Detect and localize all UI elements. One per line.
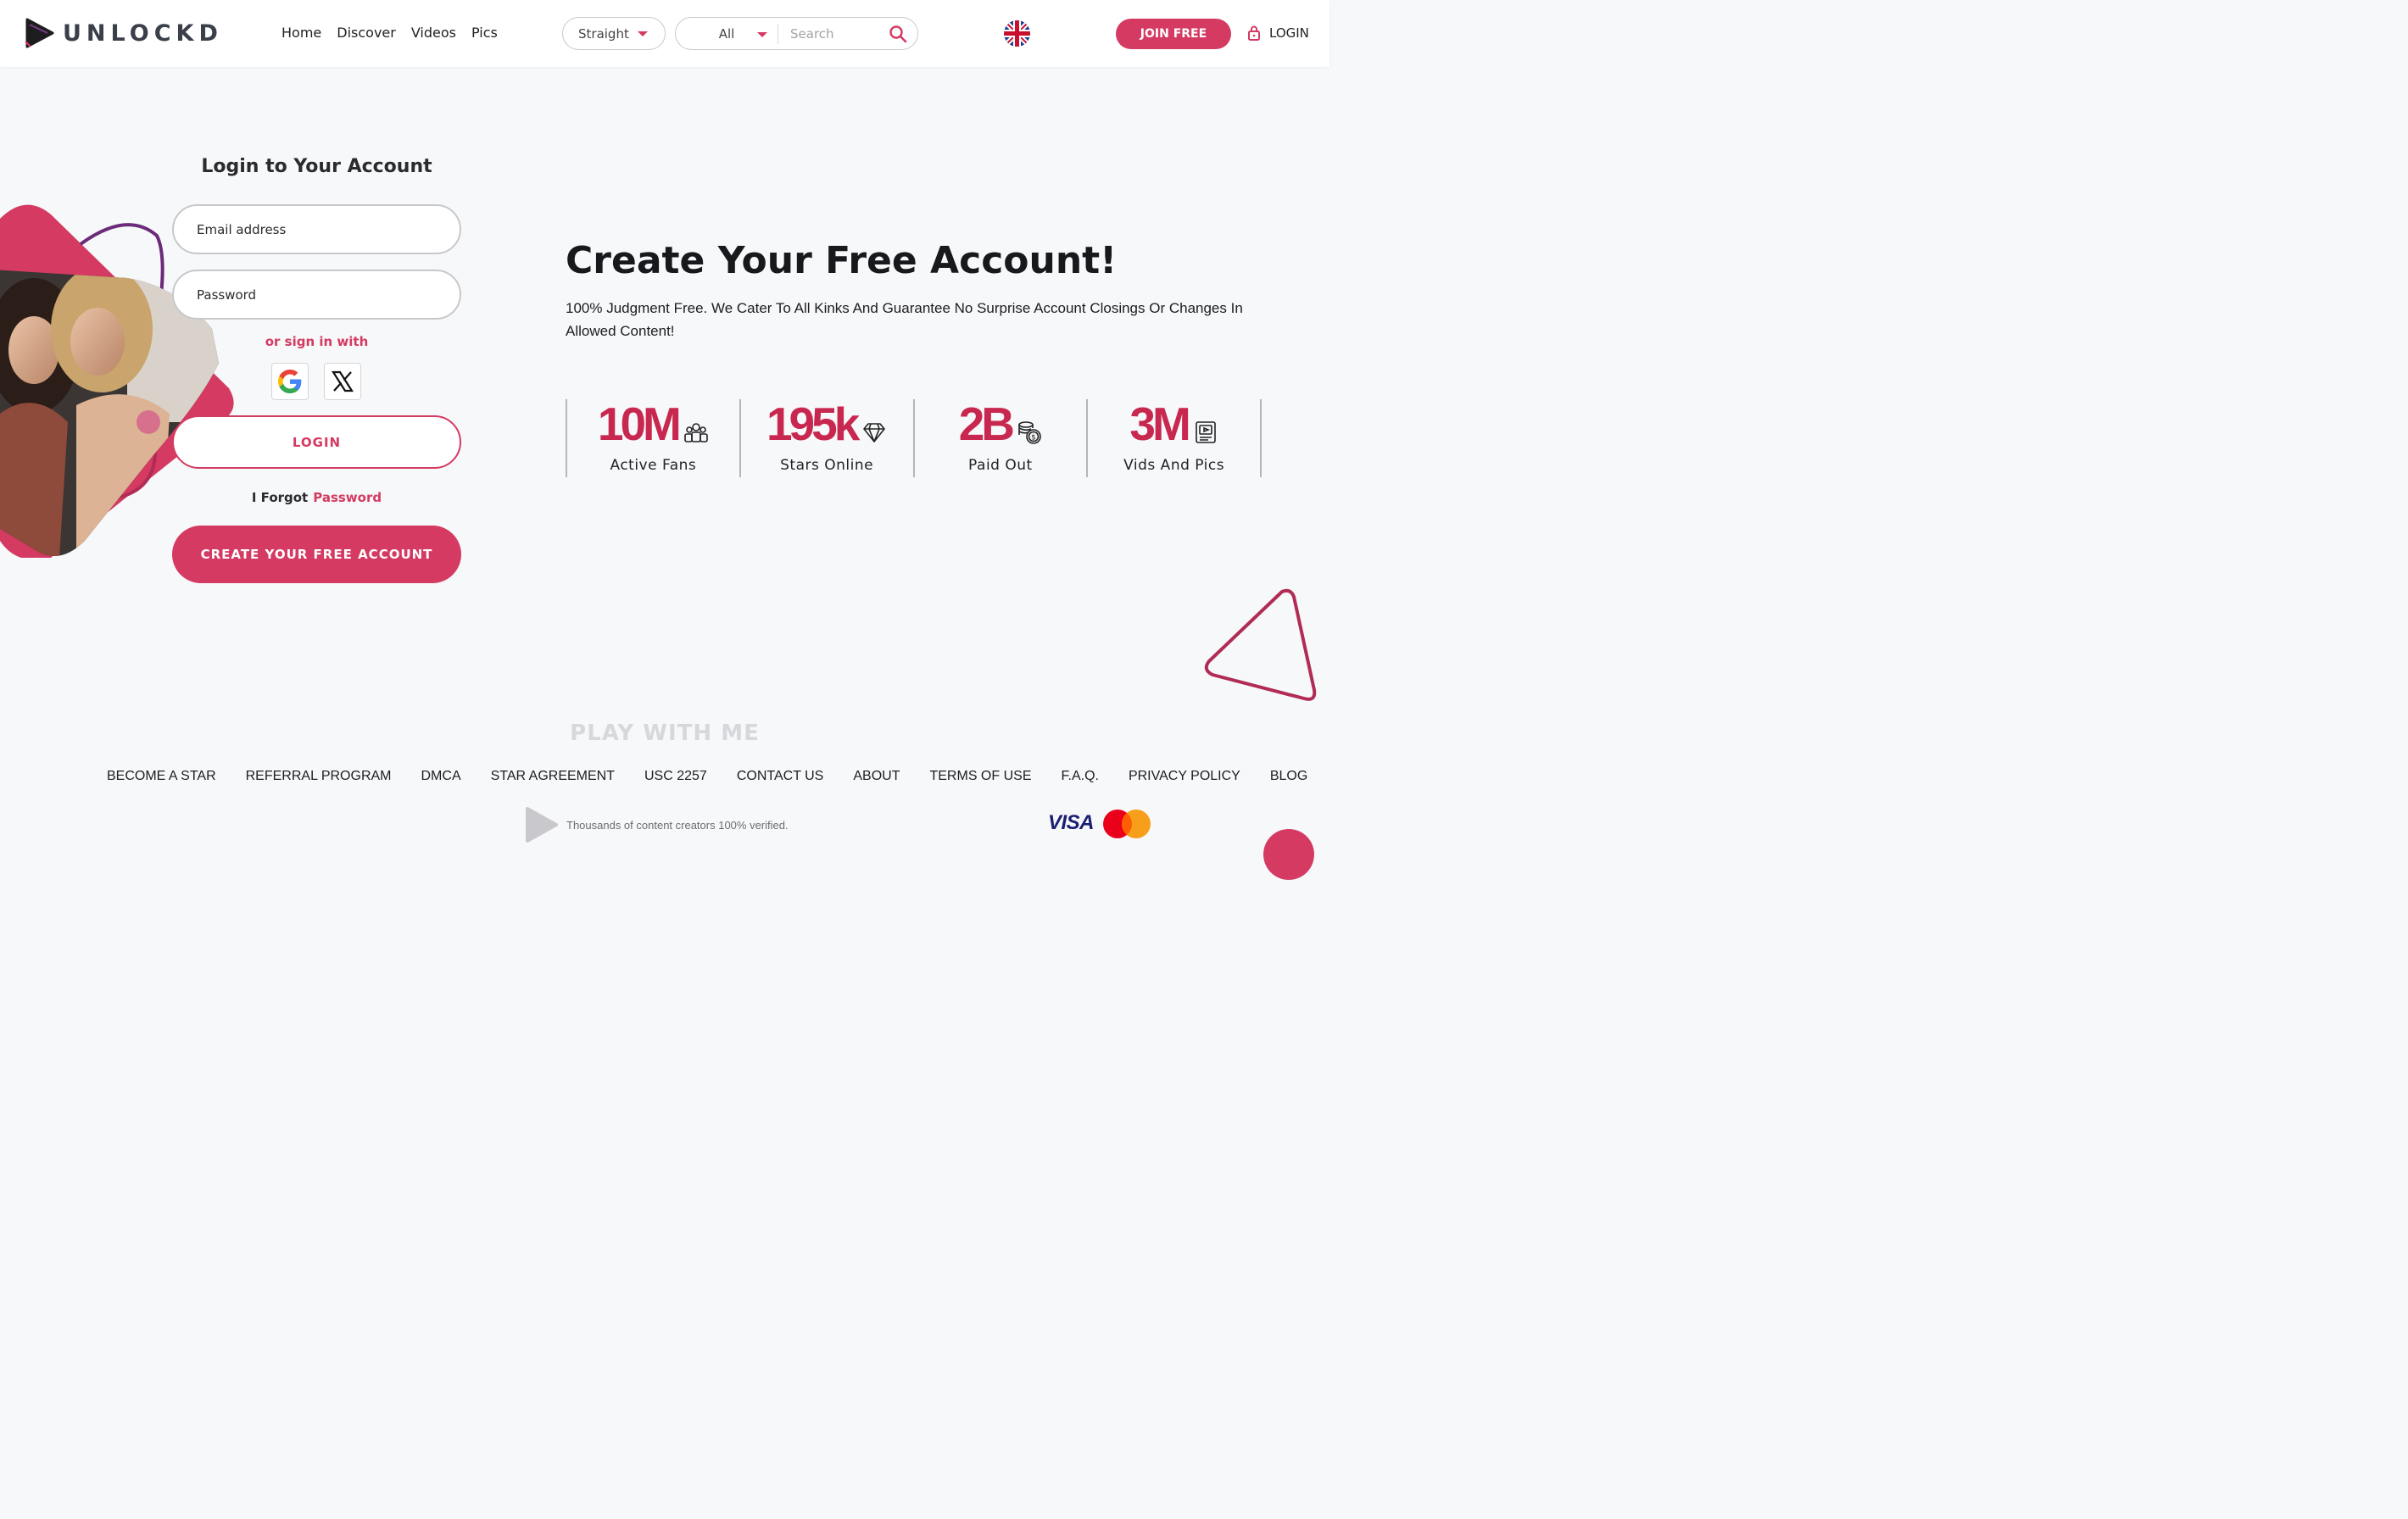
stats-row: 10M Active Fans 195k Stars Online 2B $ P… [566, 399, 1262, 477]
mastercard-icon [1103, 810, 1151, 838]
footer-link-usc-2257[interactable]: USC 2257 [644, 769, 707, 784]
top-header: UNLOCKD Home Discover Videos Pics Straig… [0, 0, 1329, 67]
media-icon [1196, 421, 1216, 443]
hero-title-bold: Free Account! [825, 239, 1118, 282]
play-logo-icon [526, 807, 558, 843]
nav-pics[interactable]: Pics [471, 25, 498, 41]
fans-icon [684, 423, 708, 442]
header-login-link[interactable]: LOGIN [1247, 25, 1309, 41]
footer-link-contact-us[interactable]: CONTACT US [737, 769, 824, 784]
create-account-button[interactable]: CREATE YOUR FREE ACCOUNT [172, 526, 461, 583]
nav-discover[interactable]: Discover [337, 25, 396, 41]
forgot-password-row: I Forgot Password [172, 490, 461, 505]
stat-active-fans: 10M Active Fans [566, 399, 739, 477]
nav-videos[interactable]: Videos [411, 25, 456, 41]
search-icon[interactable] [889, 25, 907, 43]
search-bar: All [675, 17, 918, 50]
category-select[interactable]: All [676, 26, 778, 42]
header-login-label: LOGIN [1269, 25, 1309, 41]
orientation-select[interactable]: Straight [562, 17, 666, 50]
stat-value: 195k [766, 398, 860, 450]
footer-tagline: PLAY WITH ME [570, 721, 760, 746]
verified-note: Thousands of content creators 100% verif… [521, 805, 789, 844]
forgot-password-link[interactable]: Password [313, 490, 382, 505]
footer-link-faq[interactable]: F.A.Q. [1062, 769, 1099, 784]
google-icon [278, 370, 302, 393]
footer-link-referral-program[interactable]: REFERRAL PROGRAM [246, 769, 392, 784]
chat-button[interactable] [1263, 829, 1314, 880]
hero-title: Create Your Free Account! [566, 239, 1117, 282]
search-input[interactable] [790, 25, 892, 42]
verified-text: Thousands of content creators 100% verif… [566, 818, 789, 832]
footer-link-become-a-star[interactable]: BECOME A STAR [107, 769, 216, 784]
chevron-down-icon [637, 31, 648, 36]
svg-text:$: $ [1031, 434, 1036, 442]
x-logo-icon [331, 370, 354, 392]
stat-paid-out: 2B $ Paid Out [912, 398, 1087, 477]
stat-label: Active Fans [610, 457, 697, 474]
coins-icon: $ [1018, 421, 1041, 444]
visa-logo: VISA [1048, 811, 1095, 834]
brand-logo[interactable]: UNLOCKD [22, 16, 223, 50]
footer-link-privacy-policy[interactable]: PRIVACY POLICY [1129, 769, 1240, 784]
chevron-down-icon [757, 31, 767, 37]
play-logo-icon [25, 18, 54, 48]
login-title: Login to Your Account [201, 156, 432, 177]
main-nav: Home Discover Videos Pics [281, 25, 498, 41]
footer-link-blog[interactable]: BLOG [1270, 769, 1307, 784]
lock-icon [1248, 25, 1260, 41]
stat-vids-and-pics: 3M Vids And Pics [1086, 399, 1262, 477]
email-field[interactable] [172, 204, 461, 254]
stat-value: 3M [1129, 398, 1190, 450]
footer-links: BECOME A STAR REFERRAL PROGRAM DMCA STAR… [107, 769, 1307, 784]
decorative-triangle [1204, 588, 1317, 701]
footer-link-about[interactable]: ABOUT [853, 769, 900, 784]
stat-label: Vids And Pics [1123, 457, 1225, 474]
orientation-value: Straight [578, 25, 629, 42]
hero-title-light: Create Your [566, 239, 826, 282]
nav-home[interactable]: Home [281, 25, 321, 41]
uk-flag-icon[interactable] [1004, 20, 1030, 47]
diamond-icon [863, 423, 886, 442]
google-signin-button[interactable] [271, 363, 309, 400]
hero-subtitle: 100% Judgment Free. We Cater To All Kink… [566, 300, 1243, 339]
category-value: All [718, 25, 735, 42]
stat-label: Paid Out [968, 457, 1033, 474]
footer-link-dmca[interactable]: DMCA [421, 769, 461, 784]
footer-link-terms-of-use[interactable]: TERMS OF USE [929, 769, 1031, 784]
or-sign-in-label: or sign in with [265, 334, 369, 349]
stat-value: 2B [958, 398, 1015, 450]
footer-link-star-agreement[interactable]: STAR AGREEMENT [491, 769, 615, 784]
join-free-button[interactable]: JOIN FREE [1116, 19, 1231, 49]
brand-name: UNLOCKD [63, 19, 223, 47]
password-field[interactable] [172, 270, 461, 320]
x-signin-button[interactable] [324, 363, 361, 400]
login-button[interactable]: LOGIN [172, 415, 461, 469]
stat-value: 10M [597, 398, 682, 450]
stat-stars-online: 195k Stars Online [739, 399, 913, 477]
stat-label: Stars Online [780, 457, 874, 474]
forgot-prefix: I Forgot [251, 490, 309, 505]
